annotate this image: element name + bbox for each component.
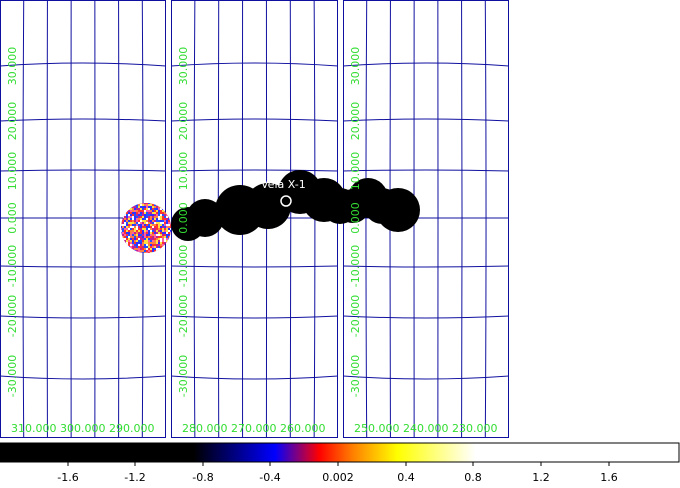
parallel-line bbox=[170, 375, 339, 380]
longitude-label: 260.000 bbox=[280, 422, 326, 435]
latitude-label: 10.000 bbox=[349, 152, 362, 191]
parallel-line bbox=[170, 118, 339, 122]
longitude-label: 300.000 bbox=[60, 422, 106, 435]
noise-region bbox=[121, 203, 171, 253]
latitude-label: -30.000 bbox=[177, 355, 190, 397]
colorbar-gradient bbox=[0, 442, 680, 463]
latitude-label: 0.000 bbox=[177, 202, 190, 234]
parallel-line bbox=[0, 62, 167, 67]
colorbar-tick-label: -1.6 bbox=[57, 471, 78, 484]
latitude-label: 20.000 bbox=[177, 102, 190, 141]
latitude-label: 30.000 bbox=[6, 47, 19, 86]
colorbar-tick-label: -1.2 bbox=[124, 471, 145, 484]
colorbar-tick-label: 0.4 bbox=[397, 471, 415, 484]
meridian-line bbox=[22, 0, 25, 439]
map-panel-3[interactable] bbox=[342, 0, 510, 439]
parallel-line bbox=[0, 265, 167, 268]
longitude-label: 280.000 bbox=[182, 422, 228, 435]
latitude-label: -10.000 bbox=[349, 245, 362, 287]
colorbar-tick-label: 0.8 bbox=[464, 471, 482, 484]
latitude-label: 20.000 bbox=[6, 102, 19, 141]
longitude-label: 240.000 bbox=[403, 422, 449, 435]
parallel-line bbox=[342, 62, 510, 67]
colorbar-tick-label: 0.002 bbox=[322, 471, 354, 484]
latitude-label: -30.000 bbox=[349, 355, 362, 397]
colorbar-tick-label: -0.8 bbox=[192, 471, 213, 484]
colorbar-tick-label: 1.6 bbox=[600, 471, 618, 484]
parallel-line bbox=[170, 62, 339, 67]
colorbar: -1.6 -1.2 -0.8 -0.4 0.002 0.4 0.8 1.2 1.6 bbox=[0, 442, 680, 484]
panel-frame bbox=[343, 0, 509, 438]
parallel-line bbox=[342, 315, 510, 319]
longitude-label: 230.000 bbox=[452, 422, 498, 435]
parallel-line bbox=[170, 169, 339, 172]
parallel-line bbox=[342, 118, 510, 122]
latitude-label: -20.000 bbox=[349, 295, 362, 337]
latitude-label: 30.000 bbox=[349, 47, 362, 86]
latitude-label: -20.000 bbox=[6, 295, 19, 337]
parallel-line bbox=[0, 118, 167, 122]
parallel-line bbox=[170, 315, 339, 319]
colorbar-tick-label: -0.4 bbox=[259, 471, 280, 484]
latitude-label: -30.000 bbox=[6, 355, 19, 397]
latitude-label: -20.000 bbox=[177, 295, 190, 337]
parallel-line bbox=[342, 375, 510, 380]
latitude-label: 10.000 bbox=[177, 152, 190, 191]
longitude-label: 250.000 bbox=[354, 422, 400, 435]
vela-x1-label: Vela X-1 bbox=[261, 178, 306, 191]
latitude-label: 0.000 bbox=[349, 202, 362, 234]
parallel-line bbox=[170, 265, 339, 268]
longitude-label: 310.000 bbox=[11, 422, 57, 435]
parallel-line bbox=[342, 169, 510, 172]
exposure-blob bbox=[376, 188, 420, 232]
latitude-label: -10.000 bbox=[177, 245, 190, 287]
parallel-line bbox=[342, 265, 510, 268]
meridian-line bbox=[484, 0, 487, 439]
latitude-label: 0.000 bbox=[6, 202, 19, 234]
parallel-line bbox=[0, 315, 167, 319]
parallel-line bbox=[0, 169, 167, 172]
latitude-label: 10.000 bbox=[6, 152, 19, 191]
longitude-label: 270.000 bbox=[231, 422, 277, 435]
latitude-label: 20.000 bbox=[349, 102, 362, 141]
latitude-label: 30.000 bbox=[177, 47, 190, 86]
parallel-line bbox=[0, 375, 167, 380]
sky-map[interactable]: 30.000 20.000 10.000 0.000 -10.000 -20.000 -30… bbox=[0, 0, 680, 440]
colorbar-tick-label: 1.2 bbox=[532, 471, 550, 484]
longitude-label: 290.000 bbox=[109, 422, 155, 435]
meridian-line bbox=[365, 0, 368, 439]
latitude-label: -10.000 bbox=[6, 245, 19, 287]
